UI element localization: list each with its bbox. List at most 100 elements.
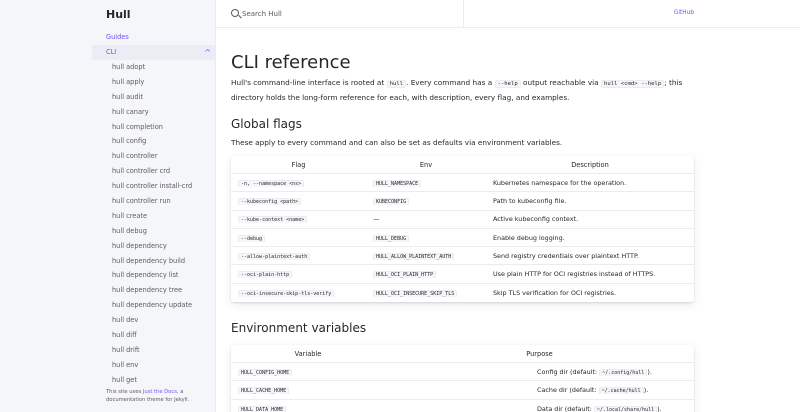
path-code: ~/.cache/hull — [598, 386, 644, 394]
purpose-cell: Cache dir (default: ~/.cache/hull). — [385, 386, 694, 394]
purpose-end: ). — [643, 385, 649, 394]
sidebar-nav: Guides CLI ^ hull adopt hull apply hull au… — [92, 30, 215, 388]
table-header: Flag Env Description — [231, 156, 694, 174]
inline-code: --help — [494, 80, 521, 88]
table-body: -n, --namespace <ns> HULL_NAMESPACE Kubern… — [231, 174, 694, 302]
env-code: HULL_DEBUG — [373, 234, 410, 242]
chevron-up-icon[interactable]: ^ — [204, 45, 211, 60]
purpose-cell: Data dir (default: ~/.local/share/hull). — [385, 405, 694, 412]
flag-code: --oci-plain-http — [238, 271, 293, 279]
env-cell: HULL_OCI_INSECURE_SKIP_TLS — [366, 289, 486, 297]
variable-code: HULL_CONFIG_HOME — [238, 368, 293, 376]
table-row: HULL_DATA_HOME Data dir (default: ~/.loca… — [231, 400, 694, 412]
env-code: HULL_ALLOW_PLAINTEXT_AUTH — [373, 252, 455, 260]
intro-text: . Every command has a — [406, 78, 495, 87]
sidebar-item-command[interactable]: hull controller run — [92, 194, 215, 209]
table-row: HULL_CONFIG_HOME Config dir (default: ~/.… — [231, 363, 694, 382]
sidebar-item-command[interactable]: hull get — [92, 373, 215, 388]
table-row: HULL_CACHE_HOME Cache dir (default: ~/.ca… — [231, 381, 694, 400]
purpose-text: Cache dir (default: ~/.cache/hull). — [393, 386, 648, 394]
sidebar-item-command[interactable]: hull config — [92, 134, 215, 149]
column-header: Description — [571, 161, 609, 169]
sidebar-item-command[interactable]: hull canary — [92, 105, 215, 120]
sidebar-item-command[interactable]: hull controller — [92, 149, 215, 164]
search-box[interactable] — [216, 0, 464, 27]
table-row: --oci-plain-http HULL_OCI_PLAIN_HTTP Use p… — [231, 265, 694, 284]
search-icon — [231, 9, 239, 17]
section-heading-environment-variables: Environment variables — [231, 321, 367, 335]
column-header: Env — [419, 161, 433, 169]
flag-code: --allow-plaintext-auth — [238, 252, 311, 260]
sidebar-item-command[interactable]: hull debug — [92, 224, 215, 239]
table-row: --kube-context <name> — Active kubeconfig … — [231, 211, 694, 229]
sidebar-item-command[interactable]: hull controller install-crd — [92, 179, 215, 194]
purpose-label: Config dir (default: — [537, 367, 600, 376]
column-header: Variable — [294, 350, 322, 358]
env-code: KUBECONFIG — [373, 197, 410, 205]
github-link[interactable]: GitHub — [674, 10, 694, 16]
env-cell: KUBECONFIG — [366, 197, 486, 205]
sidebar-item-command[interactable]: hull create — [92, 209, 215, 224]
environment-variables-table: Variable Purpose HULL_CONFIG_HOME Config … — [231, 345, 694, 412]
flag-code: --oci-insecure-skip-tls-verify — [238, 289, 335, 297]
column-header: Flag — [291, 161, 306, 169]
env-code: HULL_OCI_INSECURE_SKIP_TLS — [373, 289, 458, 297]
inline-code: hull — [386, 80, 407, 88]
sidebar-item-command[interactable]: hull dependency — [92, 239, 215, 254]
env-code: HULL_OCI_PLAIN_HTTP — [373, 271, 437, 279]
sidebar-item-command[interactable]: hull controller crd — [92, 164, 215, 179]
purpose-end: ). — [647, 367, 652, 376]
variable-code: HULL_DATA_HOME — [238, 405, 287, 412]
flag-cell: --debug — [231, 234, 366, 242]
sidebar-item-command[interactable]: hull diff — [92, 328, 215, 343]
purpose-text: Data dir (default: ~/.local/share/hull). — [393, 405, 662, 412]
flag-code: --kubeconfig <path> — [238, 197, 302, 205]
intro-text: output reachable via — [520, 78, 601, 87]
table-row: -n, --namespace <ns> HULL_NAMESPACE Kubern… — [231, 174, 694, 193]
sidebar-item-command[interactable]: hull drift — [92, 343, 215, 358]
sidebar-item-command[interactable]: hull completion — [92, 120, 215, 135]
sidebar-item-cli[interactable]: CLI ^ — [92, 45, 215, 60]
intro-text: Hull's command-line interface is rooted … — [231, 78, 387, 87]
path-code: ~/.config/hull — [599, 368, 648, 376]
sidebar-item-command[interactable]: hull audit — [92, 90, 215, 105]
env-code: HULL_NAMESPACE — [373, 179, 422, 187]
description-cell: Path to kubeconfig file. — [493, 196, 567, 205]
purpose-label: Data dir (default: — [537, 404, 594, 412]
env-cell: HULL_NAMESPACE — [366, 179, 486, 187]
env-empty: — — [373, 215, 380, 224]
table-row: --oci-insecure-skip-tls-verify HULL_OCI_I… — [231, 284, 694, 302]
env-cell: HULL_OCI_PLAIN_HTTP — [366, 270, 486, 279]
flag-cell: --allow-plaintext-auth — [231, 252, 366, 260]
site-title[interactable]: Hull — [106, 8, 131, 21]
search-input[interactable] — [242, 7, 442, 21]
env-cell: HULL_DEBUG — [366, 234, 486, 242]
sidebar-item-command[interactable]: hull env — [92, 358, 215, 373]
sidebar-item-guides[interactable]: Guides — [92, 30, 215, 45]
top-header: GitHub — [216, 0, 800, 28]
flag-cell: --kubeconfig <path> — [231, 197, 366, 205]
footer-note: This site uses Just the Docs, a document… — [106, 388, 206, 404]
table-row: --debug HULL_DEBUG Enable debug logging. — [231, 229, 694, 248]
footer-link[interactable]: Just the Docs — [143, 389, 177, 395]
variable-cell: HULL_CACHE_HOME — [231, 386, 385, 394]
table-body: HULL_CONFIG_HOME Config dir (default: ~/.… — [231, 363, 694, 412]
table-row: --allow-plaintext-auth HULL_ALLOW_PLAINTE… — [231, 247, 694, 266]
description-cell: Active kubeconfig context. — [493, 215, 579, 224]
sidebar-item-command[interactable]: hull dependency tree — [92, 283, 215, 298]
purpose-cell: Config dir (default: ~/.config/hull). — [385, 368, 694, 376]
variable-cell: HULL_CONFIG_HOME — [231, 368, 385, 376]
table-header: Variable Purpose — [231, 345, 694, 363]
flag-cell: --oci-plain-http — [231, 270, 366, 279]
sidebar-item-command[interactable]: hull dependency build — [92, 254, 215, 269]
sidebar-item-command[interactable]: hull adopt — [92, 60, 215, 75]
purpose-end: ). — [657, 404, 662, 412]
description-cell: Enable debug logging. — [493, 233, 565, 242]
description-cell: Kubernetes namespace for the operation. — [493, 178, 627, 187]
sidebar-item-command[interactable]: hull dev — [92, 313, 215, 328]
section-heading-global-flags: Global flags — [231, 117, 302, 131]
sidebar-item-command[interactable]: hull apply — [92, 75, 215, 90]
sidebar-item-command[interactable]: hull dependency update — [92, 298, 215, 313]
purpose-label: Cache dir (default: — [537, 385, 599, 394]
sidebar-item-command[interactable]: hull dependency list — [92, 268, 215, 283]
